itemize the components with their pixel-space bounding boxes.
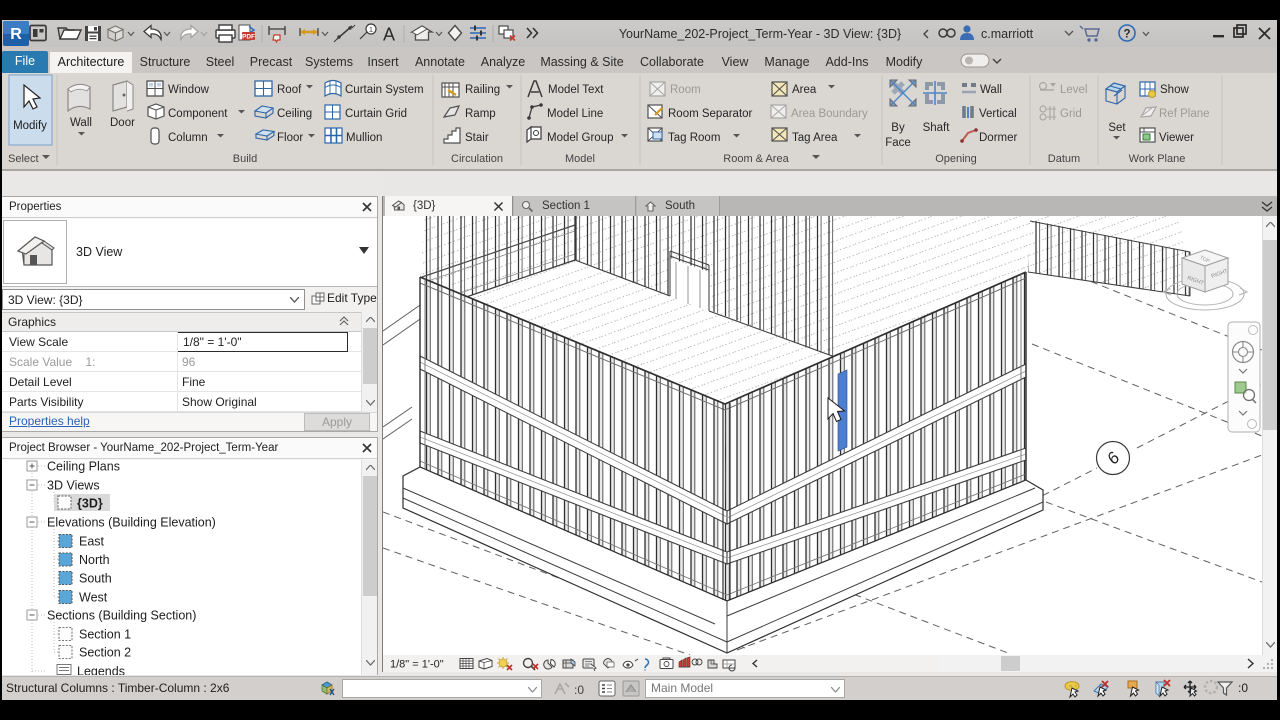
svg-text:Ceiling: Ceiling (277, 108, 312, 120)
svg-text:Face: Face (885, 137, 911, 149)
svg-text:Legends: Legends (77, 665, 125, 676)
svg-text:Curtain Grid: Curtain Grid (345, 108, 407, 120)
svg-text:Sections (Building Section): Sections (Building Section) (47, 609, 196, 623)
svg-text:Model Line: Model Line (547, 108, 603, 120)
svg-text:Dormer: Dormer (979, 132, 1018, 144)
svg-text:Show: Show (1160, 84, 1189, 96)
svg-text:Railing: Railing (465, 84, 500, 96)
svg-text:Stair: Stair (465, 132, 489, 144)
svg-text:Viewer: Viewer (1159, 132, 1194, 144)
svg-text:YourName_202-Project_Term-Year: YourName_202-Project_Term-Year - 3D View… (619, 27, 901, 41)
svg-text:Section 1: Section 1 (79, 628, 131, 642)
svg-text:By: By (891, 122, 905, 134)
svg-text:Grid: Grid (1060, 108, 1082, 120)
svg-text:Ref Plane: Ref Plane (1159, 108, 1210, 120)
svg-text:Component: Component (168, 108, 228, 120)
svg-text:Tag Area: Tag Area (792, 132, 838, 144)
svg-text:R: R (10, 26, 22, 43)
svg-text:Model: Model (565, 153, 595, 165)
svg-text:Work Plane: Work Plane (1129, 153, 1186, 165)
svg-text:Modify: Modify (13, 120, 47, 132)
svg-text::0: :0 (574, 683, 584, 697)
svg-text:Wall: Wall (70, 117, 92, 129)
svg-text:Ceiling Plans: Ceiling Plans (47, 460, 120, 474)
svg-text:Build: Build (233, 153, 257, 165)
svg-text:Tag Room: Tag Room (668, 132, 720, 144)
svg-text:1: 1 (369, 25, 373, 34)
svg-text:c.marriott: c.marriott (981, 27, 1034, 41)
svg-text:?: ? (1123, 29, 1130, 41)
svg-text:1/8" = 1'-0": 1/8" = 1'-0" (390, 659, 444, 671)
svg-text:Circulation: Circulation (451, 153, 503, 165)
svg-text:Datum: Datum (1048, 153, 1080, 165)
svg-text:Vertical: Vertical (979, 108, 1017, 120)
svg-text:PDF: PDF (242, 34, 255, 41)
svg-text:South: South (79, 572, 112, 586)
svg-text:Model Group: Model Group (547, 132, 613, 144)
svg-text:Shaft: Shaft (923, 122, 951, 134)
svg-text:North: North (79, 553, 110, 567)
svg-text:East: East (79, 535, 105, 549)
svg-text:Column: Column (168, 132, 208, 144)
svg-text:Curtain System: Curtain System (345, 84, 424, 96)
svg-text:Door: Door (110, 117, 135, 129)
svg-text:A: A (383, 25, 395, 45)
svg-text:Opening: Opening (935, 153, 977, 165)
svg-text:Room & Area: Room & Area (723, 153, 789, 165)
svg-text:Wall: Wall (980, 84, 1002, 96)
svg-text:Floor: Floor (277, 132, 303, 144)
svg-text:Room Separator: Room Separator (668, 108, 753, 120)
svg-text:Set: Set (1108, 122, 1126, 134)
svg-text:Area: Area (792, 84, 817, 96)
svg-text:3D Views: 3D Views (47, 479, 100, 493)
svg-text:Section 2: Section 2 (79, 646, 131, 660)
svg-text:Ramp: Ramp (465, 108, 496, 120)
svg-text:Roof: Roof (277, 84, 302, 96)
svg-text:Level: Level (1060, 84, 1088, 96)
svg-text:Model Text: Model Text (548, 84, 604, 96)
svg-text:{3D}: {3D} (77, 497, 103, 511)
svg-text:Area Boundary: Area Boundary (791, 108, 868, 120)
svg-text:Elevations (Building Elevation: Elevations (Building Elevation) (47, 516, 216, 530)
svg-text:Window: Window (168, 84, 210, 96)
svg-text:Select: Select (8, 153, 39, 165)
svg-text:West: West (79, 591, 108, 605)
svg-text:Room: Room (670, 84, 701, 96)
svg-text:Mullion: Mullion (346, 132, 382, 144)
